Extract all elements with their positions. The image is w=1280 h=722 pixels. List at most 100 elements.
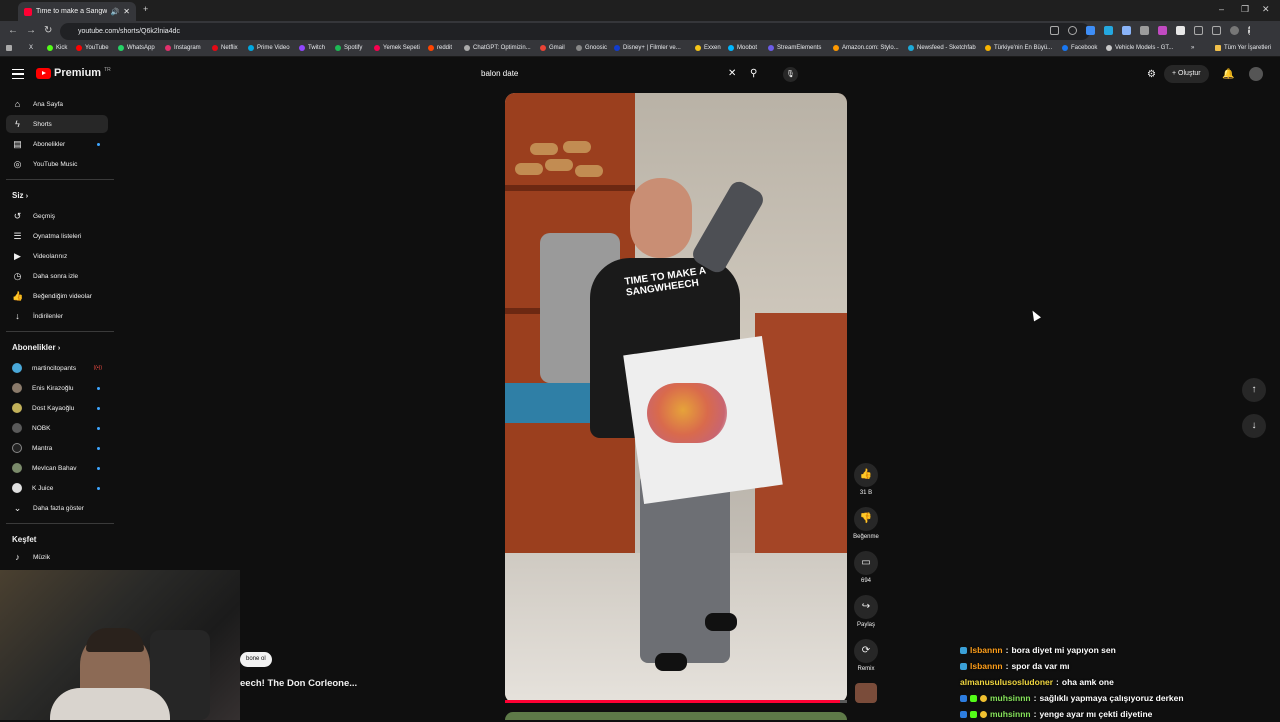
- bookmark[interactable]: Twitch: [299, 45, 325, 51]
- sidebar-item-history[interactable]: ↺ Geçmiş: [6, 207, 108, 225]
- section-subscriptions-header[interactable]: Abonelikler ›: [12, 343, 60, 352]
- microphone-icon[interactable]: 🎙: [783, 67, 798, 82]
- sidebar-channel[interactable]: K Juice: [6, 479, 108, 497]
- sidebar-channel[interactable]: Mevlcan Bahav: [6, 459, 108, 477]
- bookmark[interactable]: Spotify: [335, 45, 362, 51]
- audio-icon[interactable]: 🔊: [111, 8, 120, 16]
- next-short-preview[interactable]: [505, 712, 847, 720]
- remix-button[interactable]: ⟳ Remix: [850, 639, 882, 672]
- sidebar-item-subscriptions[interactable]: ▤ Abonelikler: [6, 135, 108, 153]
- dislike-button[interactable]: 👎 Beğenme: [850, 507, 882, 540]
- bookmark[interactable]: Moobot: [728, 45, 757, 51]
- bookmark[interactable]: Vehicle Models - GT...: [1106, 45, 1173, 51]
- apps-icon[interactable]: [6, 45, 12, 51]
- window-close-icon[interactable]: ✕: [1262, 4, 1270, 15]
- bookmark[interactable]: YouTube: [76, 45, 109, 51]
- subscribe-button[interactable]: bone ol: [240, 652, 272, 667]
- bell-icon[interactable]: 🔔: [1222, 69, 1234, 80]
- all-bookmarks[interactable]: Tüm Yer İşaretleri: [1215, 45, 1271, 51]
- sidebar-channel[interactable]: Mantra: [6, 439, 108, 457]
- avatar[interactable]: [1249, 67, 1263, 81]
- new-content-dot: [97, 426, 100, 430]
- next-short-button[interactable]: ↓: [1242, 414, 1266, 438]
- download-icon: ↓: [15, 311, 20, 321]
- gear-icon[interactable]: ⚙: [1147, 69, 1156, 80]
- sidebar-item-watch-later[interactable]: ◷ Daha sonra izle: [6, 267, 108, 285]
- video-title[interactable]: eech! The Don Corleone...: [240, 678, 357, 689]
- reload-icon[interactable]: ↻: [44, 25, 52, 36]
- search-input[interactable]: balon date: [481, 69, 518, 78]
- sidebar-channel[interactable]: NOBK: [6, 419, 108, 437]
- back-icon[interactable]: ←: [8, 25, 18, 36]
- bookmark[interactable]: Türkiye'nin En Büyü...: [985, 45, 1052, 51]
- bookmark[interactable]: Amazon.com: Stylo...: [833, 45, 899, 51]
- bookmark-x-icon[interactable]: X: [29, 45, 33, 51]
- sidebar-channel[interactable]: Enis Kirazoğlu: [6, 379, 108, 397]
- share-button[interactable]: ↪ Paylaş: [850, 595, 882, 628]
- bookmark[interactable]: Newsfeed - Sketchfab: [908, 45, 976, 51]
- sidebar-item-music[interactable]: ♪ Müzik: [6, 548, 108, 566]
- hamburger-menu-icon[interactable]: [12, 69, 24, 79]
- create-button[interactable]: + Oluştur: [1164, 65, 1209, 83]
- star-icon[interactable]: [1068, 26, 1077, 35]
- bookmark[interactable]: Gmail: [540, 45, 565, 51]
- like-button[interactable]: 👍 31 B: [850, 463, 882, 496]
- extension-icon[interactable]: [1104, 26, 1113, 35]
- extension-icons: [1050, 26, 1250, 35]
- section-you-header[interactable]: Siz ›: [12, 191, 28, 200]
- sidebar-item-shorts[interactable]: ϟ Shorts: [6, 115, 108, 133]
- bookmark[interactable]: StreamElements: [768, 45, 821, 51]
- show-more-button[interactable]: ⌄ Daha fazla göster: [6, 499, 108, 517]
- bookmark[interactable]: Kick: [47, 45, 67, 51]
- bookmark[interactable]: Exxen: [695, 45, 721, 51]
- playlist-icon: ☰: [13, 230, 22, 241]
- youtube-header: Premium TR balon date ✕ ⚲ 🎙 ⚙ + Oluştur …: [0, 57, 1280, 93]
- forward-icon[interactable]: →: [26, 25, 36, 36]
- bookmark[interactable]: Prime Video: [248, 45, 290, 51]
- sound-thumbnail[interactable]: [855, 683, 877, 703]
- sidebar-item-home[interactable]: ⌂ Ana Sayfa: [6, 95, 108, 113]
- extension-icon[interactable]: [1122, 26, 1131, 35]
- bookmark[interactable]: Netflix: [212, 45, 238, 51]
- stream-chat-overlay: lsbannn: bora diyet mi yapıyon sen lsban…: [960, 642, 1280, 722]
- cast-icon[interactable]: [1050, 26, 1059, 35]
- previous-short-button[interactable]: ↑: [1242, 378, 1266, 402]
- more-bookmarks-icon[interactable]: »: [1191, 45, 1194, 51]
- extension-icon[interactable]: [1158, 26, 1167, 35]
- puzzle-icon[interactable]: [1194, 26, 1203, 35]
- search-icon[interactable]: ⚲: [750, 64, 757, 84]
- sidebar-item-downloads[interactable]: ↓ İndirilenler: [6, 307, 108, 325]
- bookmark[interactable]: Instagram: [165, 45, 201, 51]
- extension-icon[interactable]: [1086, 26, 1095, 35]
- video-progress-bar[interactable]: [505, 700, 847, 703]
- sidebar-item-playlists[interactable]: ☰ Oynatma listeleri: [6, 227, 108, 245]
- sidebar-item-your-videos[interactable]: ▶ Videolarınız: [6, 247, 108, 265]
- url-field[interactable]: youtube.com/shorts/Q6k2lnia4dc: [60, 23, 1090, 40]
- extension-icon[interactable]: [1140, 26, 1149, 35]
- bookmark[interactable]: Disney+ | Filmler ve...: [614, 45, 681, 51]
- bookmark[interactable]: Gnoosic: [576, 45, 607, 51]
- restore-icon[interactable]: ❐: [1241, 4, 1249, 15]
- bookmark[interactable]: ChatGPT: Optimizin...: [464, 45, 531, 51]
- profile-icon[interactable]: [1230, 26, 1239, 35]
- youtube-logo[interactable]: Premium TR: [36, 67, 111, 79]
- sidebar-item-liked-videos[interactable]: 👍 Beğendiğim videolar: [6, 287, 108, 305]
- bookmark[interactable]: Yemek Sepeti: [374, 45, 420, 51]
- minimize-icon[interactable]: –: [1219, 4, 1224, 14]
- downloads-icon[interactable]: [1212, 26, 1221, 35]
- bookmark[interactable]: WhatsApp: [118, 45, 155, 51]
- shorts-video[interactable]: TIME TO MAKE A SANGWHEECH: [505, 93, 847, 703]
- divider: [6, 179, 114, 180]
- extension-icon[interactable]: [1176, 26, 1185, 35]
- clear-search-icon[interactable]: ✕: [728, 64, 736, 84]
- comments-button[interactable]: ▭ 694: [850, 551, 882, 584]
- sidebar-item-youtube-music[interactable]: ◎ YouTube Music: [6, 155, 108, 173]
- tab-close-icon[interactable]: ✕: [123, 7, 130, 16]
- new-tab-icon[interactable]: +: [143, 4, 148, 14]
- sidebar-channel[interactable]: martincitopants ((•)): [6, 359, 108, 377]
- bookmark[interactable]: Facebook: [1062, 45, 1097, 51]
- browser-tab[interactable]: Time to make a Sangwhee 🔊 ✕: [18, 2, 136, 21]
- sidebar-channel[interactable]: Dost Kayaoğlu: [6, 399, 108, 417]
- bookmark[interactable]: reddit: [428, 45, 452, 51]
- kebab-menu-icon[interactable]: [1248, 26, 1250, 35]
